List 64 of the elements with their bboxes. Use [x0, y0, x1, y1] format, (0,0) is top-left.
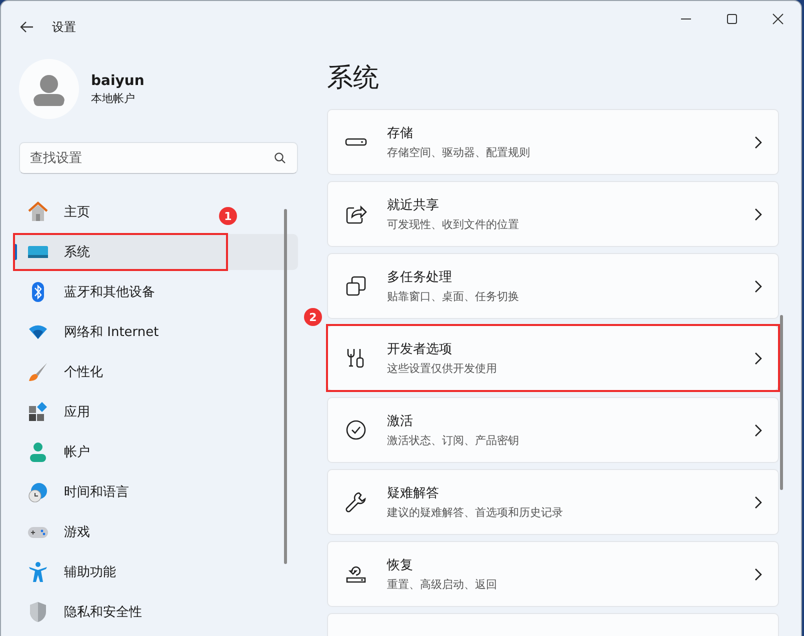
- page-title: 系统: [327, 62, 380, 95]
- settings-card[interactable]: 存储 存储空间、驱动器、配置规则: [327, 109, 779, 175]
- setting-title: 疑难解答: [387, 485, 440, 502]
- chevron-right-icon: [754, 568, 762, 580]
- nav-item[interactable]: 应用: [14, 394, 98, 430]
- share-icon: [345, 203, 367, 225]
- avatar-icon: [19, 59, 79, 119]
- globe-clock-icon: [27, 481, 49, 503]
- setting-description: 可发现性、收到文件的位置: [387, 217, 520, 232]
- accessibility-icon: [27, 561, 49, 583]
- nav-item[interactable]: 个性化: [14, 354, 111, 390]
- apps-icon: [27, 401, 49, 423]
- callout-number: 1: [219, 207, 237, 225]
- chevron-right-icon: [754, 136, 762, 148]
- scrollbar[interactable]: [284, 209, 287, 564]
- chevron-right-icon: [754, 352, 762, 364]
- settings-card[interactable]: 激活 激活状态、订阅、产品密钥: [327, 397, 779, 463]
- user-name: baiyun: [91, 72, 144, 88]
- back-arrow-icon: [20, 21, 34, 33]
- settings-card[interactable]: 多任务处理 贴靠窗口、桌面、任务切换: [327, 253, 779, 319]
- nav-item[interactable]: 隐私和安全性: [14, 594, 150, 630]
- setting-title: 开发者选项: [387, 341, 453, 358]
- scrollbar[interactable]: [780, 315, 783, 490]
- person-icon: [27, 441, 49, 463]
- account-type: 本地帐户: [91, 90, 136, 106]
- selection-indicator: [14, 244, 17, 260]
- search-icon: [274, 152, 286, 164]
- setting-description: 激活状态、订阅、产品密钥: [387, 433, 520, 448]
- setting-title: 多任务处理: [387, 269, 453, 286]
- callout-number: 2: [304, 308, 322, 326]
- setting-description: 贴靠窗口、桌面、任务切换: [387, 289, 520, 304]
- setting-description: 这些设置仅供开发使用: [387, 361, 498, 376]
- setting-title: 恢复: [387, 557, 414, 574]
- chevron-right-icon: [754, 496, 762, 508]
- shield-icon: [27, 601, 49, 623]
- settings-card[interactable]: 疑难解答 建议的疑难解答、首选项和历史记录: [327, 469, 779, 535]
- setting-title: 就近共享: [387, 197, 440, 214]
- nav-item[interactable]: 网络和 Internet: [14, 314, 167, 350]
- check-circle-icon: [345, 419, 367, 441]
- windows-icon: [345, 275, 367, 297]
- nav-item[interactable]: 时间和语言: [14, 474, 137, 510]
- close-icon: [772, 13, 784, 25]
- settings-card[interactable]: 就近共享 可发现性、收到文件的位置: [327, 181, 779, 247]
- setting-description: 存储空间、驱动器、配置规则: [387, 145, 531, 160]
- chevron-right-icon: [754, 208, 762, 220]
- wrench-icon: [345, 491, 367, 513]
- setting-description: 重置、高级启动、返回: [387, 577, 498, 592]
- nav-item[interactable]: 帐户: [14, 434, 98, 470]
- maximize-icon: [726, 13, 738, 25]
- settings-card[interactable]: 恢复 重置、高级启动、返回: [327, 541, 779, 607]
- settings-card[interactable]: 开发者选项 这些设置仅供开发使用: [327, 325, 779, 391]
- chevron-right-icon: [754, 424, 762, 436]
- window-title: 设置: [52, 18, 76, 36]
- chevron-right-icon: [754, 280, 762, 292]
- nav-item[interactable]: 游戏: [14, 514, 98, 550]
- nav-item[interactable]: 蓝牙和其他设备: [14, 274, 163, 310]
- nav-item[interactable]: 主页: [14, 194, 98, 230]
- home-icon: [27, 201, 49, 223]
- setting-description: 建议的疑难解答、首选项和历史记录: [387, 505, 564, 520]
- nav-item[interactable]: 系统: [14, 234, 298, 270]
- nav-item[interactable]: 辅助功能: [14, 554, 124, 590]
- setting-title: 激活: [387, 413, 414, 430]
- search-field[interactable]: 查找设置: [19, 142, 298, 174]
- setting-title: 存储: [387, 125, 414, 142]
